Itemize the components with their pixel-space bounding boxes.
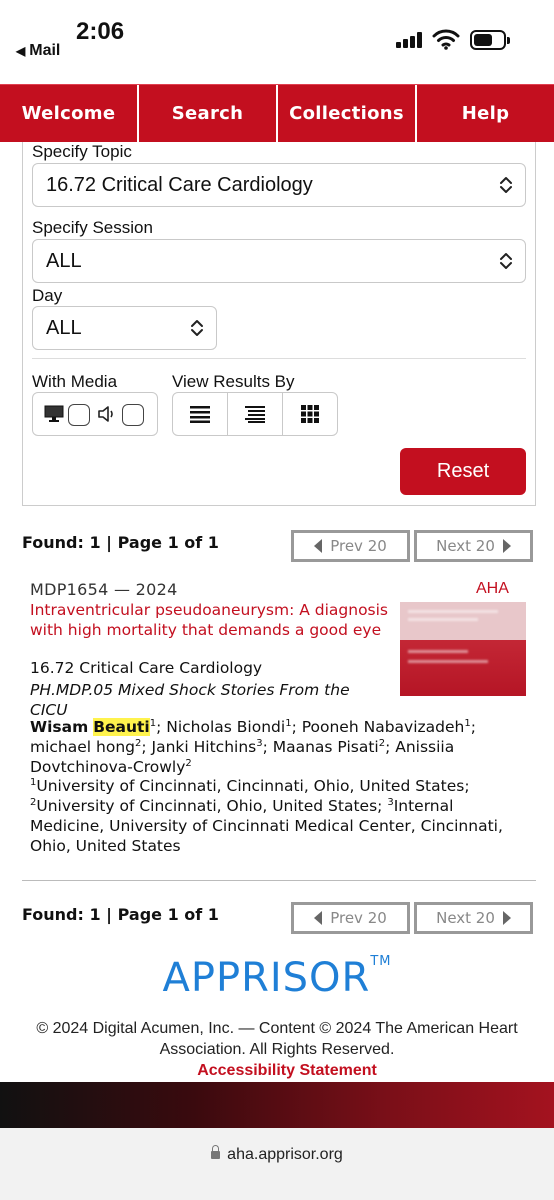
next-arrow-icon <box>502 911 511 925</box>
media-filter <box>32 392 158 436</box>
day-value: ALL <box>46 316 82 339</box>
session-value: ALL <box>46 249 82 272</box>
view-results-label: View Results By <box>172 372 295 391</box>
back-label: Mail <box>29 42 61 59</box>
author: ; Nicholas Biondi <box>156 718 286 736</box>
abstract-title-link[interactable]: Intraventricular pseudoaneurysm: A diagn… <box>30 600 400 640</box>
author-sup: 2 <box>185 757 192 769</box>
detail-list-view-button[interactable] <box>228 393 283 435</box>
results-count: Found: 1 | Page 1 of 1 <box>22 533 219 552</box>
organization-label: AHA <box>476 580 509 597</box>
next-label: Next 20 <box>436 537 495 555</box>
tab-collections[interactable]: Collections <box>278 85 417 142</box>
affiliation: University of Cincinnati, Ohio, United S… <box>36 797 383 815</box>
footer-gradient-bar <box>0 1082 554 1128</box>
lock-icon <box>211 1145 221 1159</box>
prev-arrow-icon <box>314 911 323 925</box>
copyright-text: © 2024 Digital Acumen, Inc. — Content © … <box>36 1020 518 1058</box>
media-label: With Media <box>32 372 118 391</box>
author: ; Janki Hitchins <box>141 738 257 756</box>
day-select[interactable]: ALL <box>32 306 217 350</box>
wifi-icon <box>432 29 460 50</box>
first-author-family: Beauti <box>93 718 150 736</box>
tab-help[interactable]: Help <box>417 85 554 142</box>
reset-button[interactable]: Reset <box>400 448 526 495</box>
tab-search[interactable]: Search <box>139 85 278 142</box>
speaker-icon <box>98 406 113 422</box>
detail-list-view-icon <box>245 406 265 423</box>
topic-select[interactable]: 16.72 Critical Care Cardiology <box>32 163 526 207</box>
tab-welcome[interactable]: Welcome <box>0 85 139 142</box>
prev-arrow-icon <box>314 539 323 553</box>
topic-value: 16.72 Critical Care Cardiology <box>46 173 313 196</box>
panel-divider <box>32 358 526 359</box>
prev-20-button[interactable]: Prev 20 <box>291 530 410 562</box>
view-results-toggle <box>172 392 338 436</box>
abstract-thumbnail[interactable] <box>400 602 526 696</box>
url-text: aha.apprisor.org <box>227 1146 343 1163</box>
author: ; Maanas Pisati <box>262 738 379 756</box>
back-to-mail-link[interactable]: ◀ Mail <box>16 42 60 60</box>
apprisor-logo: APPRISORTM <box>0 955 554 1001</box>
prev-20-button-bottom[interactable]: Prev 20 <box>291 902 410 934</box>
next-arrow-icon <box>502 539 511 553</box>
session-select[interactable]: ALL <box>32 239 526 283</box>
results-divider <box>22 880 536 881</box>
battery-icon <box>470 30 510 50</box>
grid-view-button[interactable] <box>283 393 337 435</box>
list-view-icon <box>190 406 210 423</box>
prev-label: Prev 20 <box>330 537 387 555</box>
chevron-updown-icon <box>500 253 512 269</box>
next-20-button-bottom[interactable]: Next 20 <box>414 902 533 934</box>
author-list: Wisam Beauti1; Nicholas Biondi1; Pooneh … <box>30 717 520 777</box>
prev-label: Prev 20 <box>330 909 387 927</box>
back-arrow-icon: ◀ <box>16 44 26 58</box>
day-label: Day <box>32 286 63 305</box>
status-time: 2:06 <box>76 18 125 45</box>
video-media-checkbox[interactable] <box>68 404 90 426</box>
grid-view-icon <box>301 405 319 423</box>
monitor-icon <box>44 405 64 422</box>
abstract-session: PH.MDP.05 Mixed Shock Stories From the C… <box>30 681 350 719</box>
signal-icon <box>396 32 422 48</box>
next-label: Next 20 <box>436 909 495 927</box>
abstract-id: MDP1654 — 2024 <box>30 580 178 599</box>
main-nav: Welcome Search Collections Help <box>0 84 554 142</box>
brand-name: APPRISOR <box>162 955 371 1001</box>
browser-url-bar[interactable]: aha.apprisor.org <box>0 1128 554 1200</box>
author: ; Pooneh Nabavizadeh <box>291 718 465 736</box>
topic-label: Specify Topic <box>32 142 132 161</box>
next-20-button[interactable]: Next 20 <box>414 530 533 562</box>
session-label: Specify Session <box>32 218 153 237</box>
status-bar: 2:06 ◀ Mail <box>0 0 554 80</box>
affiliation: University of Cincinnati, Cincinnati, Oh… <box>36 777 470 795</box>
list-view-button[interactable] <box>173 393 228 435</box>
abstract-topic: 16.72 Critical Care Cardiology <box>30 659 263 677</box>
chevron-updown-icon <box>500 177 512 193</box>
chevron-updown-icon <box>191 320 203 336</box>
audio-media-checkbox[interactable] <box>122 404 144 426</box>
brand-tm: TM <box>370 954 392 969</box>
filter-panel: Specify Topic 16.72 Critical Care Cardio… <box>22 142 536 506</box>
first-author-given: Wisam <box>30 718 89 736</box>
results-count-bottom: Found: 1 | Page 1 of 1 <box>22 905 219 924</box>
accessibility-statement-link[interactable]: Accessibility Statement <box>0 1062 554 1080</box>
affiliations: 1University of Cincinnati, Cincinnati, O… <box>30 776 520 856</box>
